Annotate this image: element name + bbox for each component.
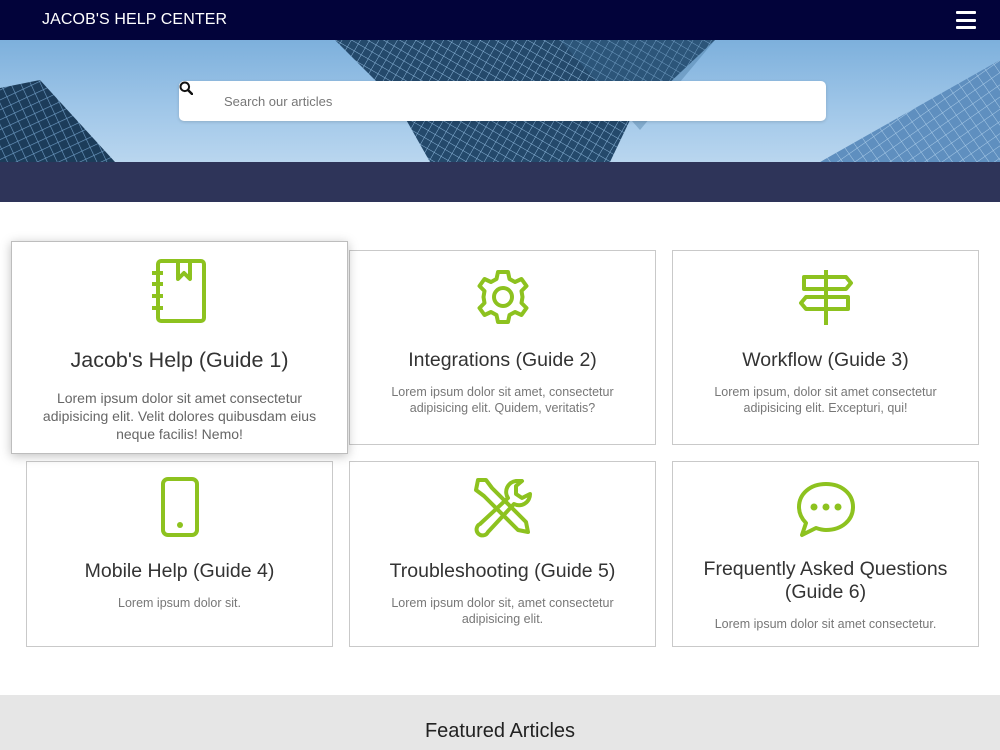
brand-title[interactable]: JACOB'S HELP CENTER xyxy=(42,11,227,29)
guide-card-description: Lorem ipsum dolor sit, amet consectetur … xyxy=(391,596,614,626)
guide-card-description: Lorem ipsum dolor sit amet consectetur a… xyxy=(42,390,317,442)
mobile-phone-icon xyxy=(27,476,332,538)
guide-card-description: Lorem ipsum dolor sit amet consectetur. xyxy=(714,617,937,631)
guide-card-title: Mobile Help (Guide 4) xyxy=(84,560,275,582)
gear-icon xyxy=(350,267,655,327)
search-bar[interactable] xyxy=(179,81,826,121)
guide-card-5[interactable]: Troubleshooting (Guide 5) Lorem ipsum do… xyxy=(349,461,656,647)
guide-card-title: Frequently Asked Questions (Guide 6) xyxy=(703,558,948,603)
guide-card-description: Lorem ipsum, dolor sit amet consectetur … xyxy=(714,385,937,415)
guide-card-title: Jacob's Help (Guide 1) xyxy=(70,348,289,372)
featured-articles-section: Featured Articles xyxy=(0,695,1000,750)
wrench-screwdriver-icon xyxy=(350,476,655,538)
search-icon xyxy=(179,81,209,108)
top-navbar: JACOB'S HELP CENTER xyxy=(0,0,1000,40)
notebook-icon xyxy=(12,259,347,323)
search-input[interactable] xyxy=(224,93,826,109)
guide-card-4[interactable]: Mobile Help (Guide 4) Lorem ipsum dolor … xyxy=(26,461,333,647)
signpost-icon xyxy=(673,267,978,327)
hero-bottom-band xyxy=(0,162,1000,202)
guide-card-description: Lorem ipsum dolor sit amet, consectetur … xyxy=(391,385,614,415)
guide-card-title: Workflow (Guide 3) xyxy=(742,349,909,371)
featured-articles-heading: Featured Articles xyxy=(424,720,576,742)
guide-card-title: Integrations (Guide 2) xyxy=(408,349,597,371)
chat-bubble-icon xyxy=(673,480,978,538)
guide-card-2[interactable]: Integrations (Guide 2) Lorem ipsum dolor… xyxy=(349,250,656,445)
guide-card-3[interactable]: Workflow (Guide 3) Lorem ipsum, dolor si… xyxy=(672,250,979,445)
guide-card-description: Lorem ipsum dolor sit. xyxy=(118,596,241,610)
hamburger-menu-icon[interactable] xyxy=(956,11,976,29)
hero-banner xyxy=(0,40,1000,162)
guide-card-1[interactable]: Jacob's Help (Guide 1) Lorem ipsum dolor… xyxy=(11,241,348,454)
guide-card-title: Troubleshooting (Guide 5) xyxy=(389,560,616,582)
guide-card-6[interactable]: Frequently Asked Questions (Guide 6) Lor… xyxy=(672,461,979,647)
